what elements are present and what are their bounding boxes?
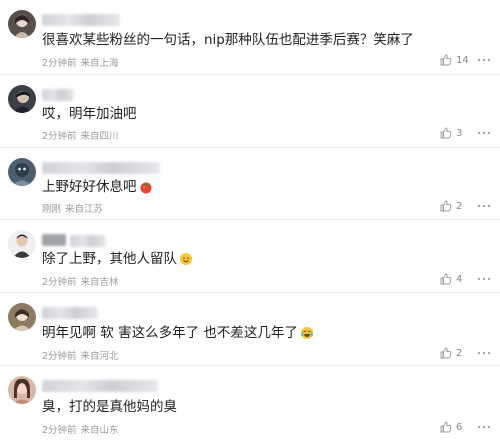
comment-text: 明年见啊 软 害这么多年了 也不差这几年了 (42, 324, 314, 342)
smile-emoji (180, 253, 192, 265)
more-dots-icon[interactable] (476, 201, 492, 211)
comment-text: 臭，打的是真他妈的臭 (42, 399, 177, 415)
more-dots-icon[interactable] (476, 422, 492, 432)
comment-meta: 2分钟前 来自吉林 (42, 274, 119, 288)
comment-item: 明年见啊 软 害这么多年了 也不差这几年了 2分钟前 来自河北 2 (0, 293, 500, 366)
like-count: 2 (456, 200, 463, 212)
like-button[interactable]: 4 (440, 273, 462, 285)
avatar-image (8, 85, 36, 113)
comment-location: 来自河北 (80, 351, 119, 362)
comment-text: 上野好好休息吧 (42, 178, 153, 196)
username-redacted (42, 14, 120, 26)
username-redacted (42, 307, 98, 319)
like-count: 6 (456, 421, 463, 433)
comment-time: 2分钟前 (42, 425, 77, 436)
comment-text: 除了上野，其他人留队 (42, 250, 193, 268)
avatar[interactable] (8, 10, 36, 38)
comment-list: 很喜欢某些粉丝的一句话，nip那种队伍也配进季后赛？笑麻了 2分钟前 来自上海 1… (0, 0, 500, 440)
more-dots-icon[interactable] (476, 348, 492, 358)
thumbs-up-icon (440, 200, 452, 212)
avatar[interactable] (8, 230, 36, 258)
more-dots-icon[interactable] (476, 55, 492, 65)
comment-meta: 2分钟前 来自河北 (42, 348, 119, 362)
username-redacted (42, 162, 160, 174)
avatar[interactable] (8, 376, 36, 404)
like-button[interactable]: 6 (440, 421, 462, 433)
comment-item: 臭，打的是真他妈的臭 2分钟前 来自山东 6 (0, 366, 500, 440)
tomato-emoji (140, 182, 151, 194)
like-count: 14 (456, 54, 469, 66)
avatar-image (8, 230, 36, 258)
avatar-image (8, 10, 36, 38)
comment-time: 2分钟前 (42, 131, 77, 142)
like-button[interactable]: 2 (440, 200, 462, 212)
thumbs-up-icon (440, 127, 452, 139)
like-button[interactable]: 2 (440, 347, 462, 359)
avatar-image (8, 158, 36, 186)
comment-meta: 2分钟前 来自四川 (42, 128, 119, 142)
comment-text-content: 除了上野，其他人留队 (42, 251, 177, 267)
comment-item: 除了上野，其他人留队 2分钟前 来自吉林 4 (0, 220, 500, 293)
comment-text: 很喜欢某些粉丝的一句话，nip那种队伍也配进季后赛？笑麻了 (42, 32, 414, 48)
thumbs-up-icon (440, 347, 452, 359)
thumbs-up-icon (440, 54, 452, 66)
like-button[interactable]: 14 (440, 54, 469, 66)
comment-text: 哎，明年加油吧 (42, 106, 137, 122)
username-redacted (70, 235, 106, 247)
more-dots-icon[interactable] (476, 128, 492, 138)
username-redacted (42, 89, 74, 101)
comment-time: 2分钟前 (42, 58, 77, 69)
avatar[interactable] (8, 303, 36, 331)
comment-time: 2分钟前 (42, 277, 77, 288)
comment-location: 来自吉林 (80, 277, 119, 288)
avatar-image (8, 376, 36, 404)
comment-item: 很喜欢某些粉丝的一句话，nip那种队伍也配进季后赛？笑麻了 2分钟前 来自上海 1… (0, 0, 500, 75)
comment-time: 2分钟前 (42, 351, 77, 362)
comment-location: 来自山东 (80, 425, 119, 436)
comment-location: 来自江苏 (65, 204, 104, 215)
comment-location: 来自上海 (80, 58, 119, 69)
more-dots-icon[interactable] (476, 274, 492, 284)
like-button[interactable]: 3 (440, 127, 462, 139)
comment-item: 哎，明年加油吧 2分钟前 来自四川 3 (0, 75, 500, 148)
like-count: 2 (456, 347, 463, 359)
comment-text-content: 明年见啊 软 害这么多年了 也不差这几年了 (42, 325, 298, 341)
avatar-image (8, 303, 36, 331)
tears-of-joy-emoji (300, 327, 313, 339)
like-count: 3 (456, 127, 463, 139)
username-redacted (42, 380, 158, 392)
comment-meta: 2分钟前 来自山东 (42, 422, 119, 436)
like-count: 4 (456, 273, 463, 285)
avatar[interactable] (8, 158, 36, 186)
username-redacted (42, 234, 66, 246)
thumbs-up-icon (440, 273, 452, 285)
comment-text-content: 上野好好休息吧 (42, 179, 137, 195)
comment-item: 上野好好休息吧 刚刚 来自江苏 2 (0, 148, 500, 220)
avatar[interactable] (8, 85, 36, 113)
comment-location: 来自四川 (80, 131, 119, 142)
comment-time: 刚刚 (42, 204, 62, 215)
comment-meta: 刚刚 来自江苏 (42, 201, 103, 215)
thumbs-up-icon (440, 421, 452, 433)
comment-meta: 2分钟前 来自上海 (42, 55, 119, 69)
